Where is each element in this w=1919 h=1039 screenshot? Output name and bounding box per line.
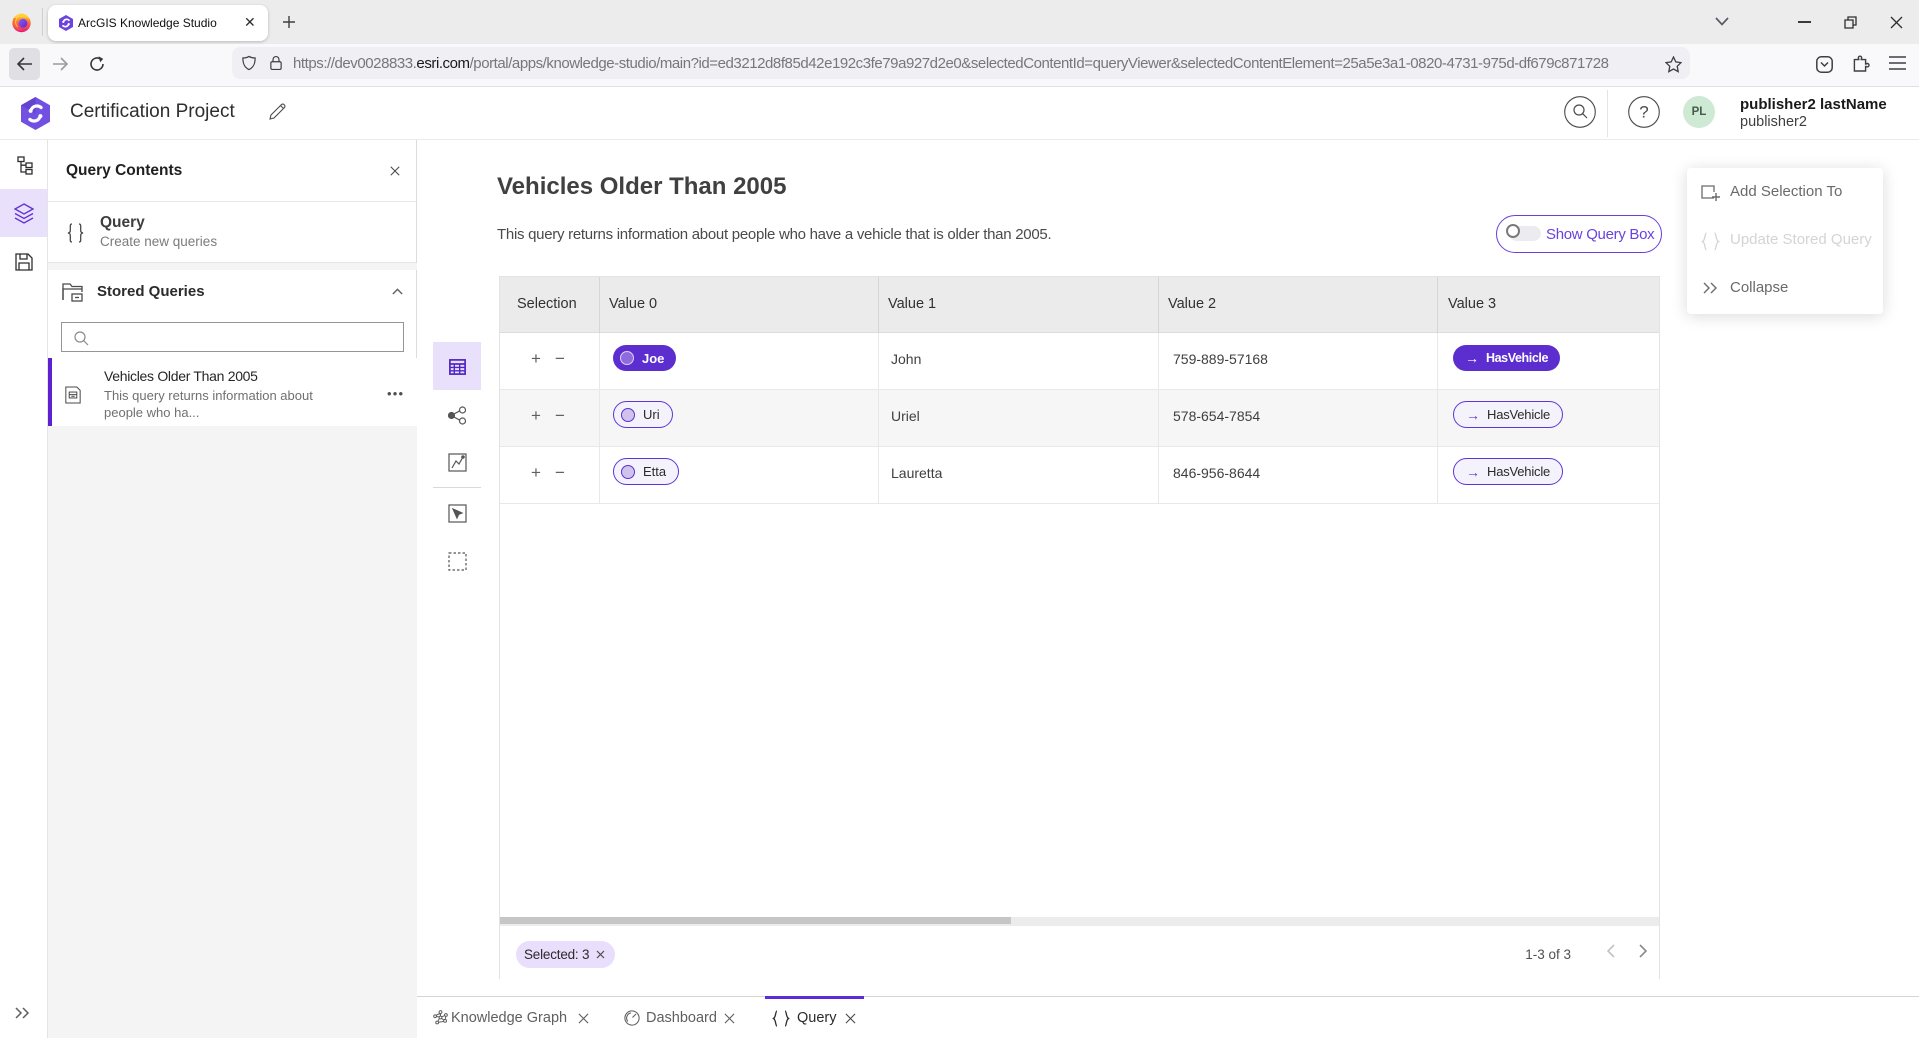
svg-text:?: ? [1639,103,1648,122]
